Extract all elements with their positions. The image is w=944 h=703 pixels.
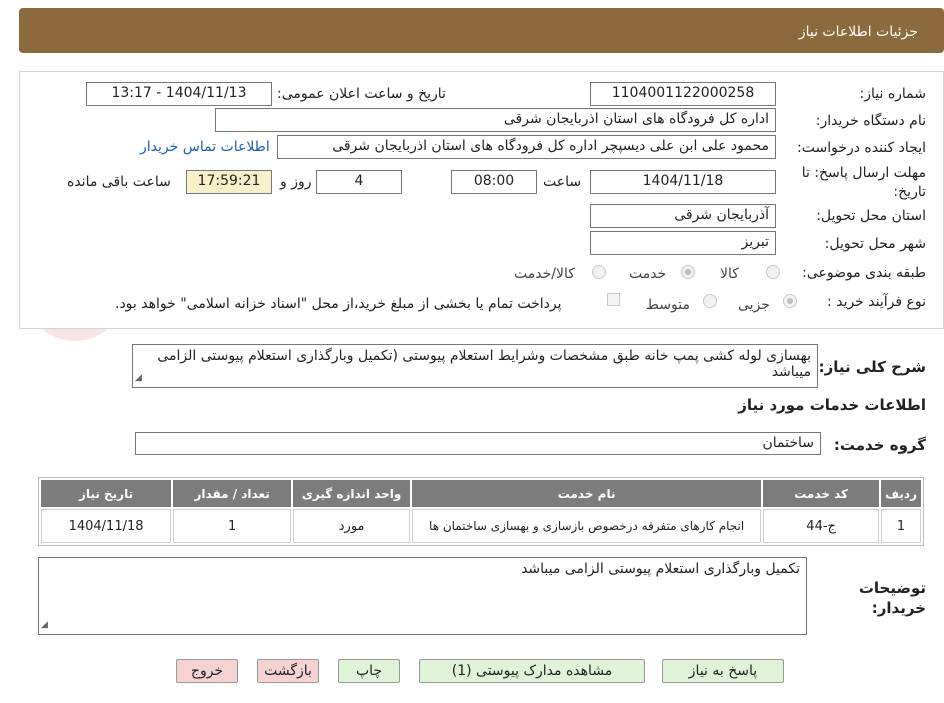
deadline-days-label: روز و bbox=[280, 174, 312, 190]
resize-grip-icon[interactable]: ◢ bbox=[135, 370, 142, 386]
buyer-notes-label: توضیحات خریدار: bbox=[858, 579, 926, 617]
buyer-notes-textarea[interactable]: تکمیل وبارگذاری استعلام پیوستی الزامی می… bbox=[38, 557, 807, 635]
category-radio-goods[interactable] bbox=[766, 265, 780, 279]
process-option-minor: جزیی bbox=[738, 297, 770, 313]
category-radio-goods-service[interactable] bbox=[592, 265, 606, 279]
process-option-medium: متوسط bbox=[646, 297, 690, 313]
process-label: نوع فرآیند خرید : bbox=[827, 294, 926, 310]
page-title: جزئیات اطلاعات نیاز bbox=[798, 24, 918, 40]
announce-datetime-label: تاریخ و ساعت اعلان عمومی: bbox=[277, 86, 446, 102]
back-button[interactable]: بازگشت bbox=[257, 659, 319, 683]
category-option-service: خدمت bbox=[629, 266, 667, 282]
exit-button[interactable]: خروج bbox=[176, 659, 238, 683]
cell-unit: مورد bbox=[293, 509, 411, 543]
table-header-row: ردیف کد خدمت نام خدمت واحد اندازه گیری ت… bbox=[41, 480, 921, 507]
resize-grip-icon[interactable]: ◢ bbox=[41, 617, 48, 633]
buyer-notes-text: تکمیل وبارگذاری استعلام پیوستی الزامی می… bbox=[521, 561, 800, 577]
service-group-field: ساختمان bbox=[135, 432, 821, 455]
print-button[interactable]: چاپ bbox=[338, 659, 400, 683]
announce-datetime-field: 1404/11/13 - 13:17 bbox=[86, 82, 272, 106]
deadline-time-label: ساعت bbox=[543, 174, 582, 190]
col-unit-header: واحد اندازه گیری bbox=[293, 480, 411, 507]
description-label: شرح کلی نیاز: bbox=[818, 358, 926, 376]
col-qty-header: تعداد / مقدار bbox=[173, 480, 292, 507]
cell-quantity: 1 bbox=[173, 509, 292, 543]
view-attachments-button[interactable]: مشاهده مدارک پیوستی (1) bbox=[419, 659, 645, 683]
treasury-payment-note: پرداخت تمام یا بخشی از مبلغ خرید،از محل … bbox=[115, 296, 562, 312]
need-number-label: شماره نیاز: bbox=[859, 86, 927, 102]
city-field: تبریز bbox=[590, 231, 776, 255]
col-code-header: کد خدمت bbox=[763, 480, 880, 507]
services-section-title: اطلاعات خدمات مورد نیاز bbox=[738, 396, 926, 414]
requester-label: ایجاد کننده درخواست: bbox=[797, 140, 926, 156]
services-table: ردیف کد خدمت نام خدمت واحد اندازه گیری ت… bbox=[38, 477, 924, 546]
table-row: 1 ج-44 انجام کارهای متفرقه درخصوص بازساز… bbox=[41, 509, 921, 543]
col-name-header: نام خدمت bbox=[412, 480, 762, 507]
description-textarea[interactable]: بهسازی لوله کشی پمپ خانه طبق مشخصات وشرا… bbox=[132, 344, 818, 388]
reply-button[interactable]: پاسخ به نیاز bbox=[662, 659, 784, 683]
description-text: بهسازی لوله کشی پمپ خانه طبق مشخصات وشرا… bbox=[157, 348, 811, 380]
city-label: شهر محل تحویل: bbox=[824, 236, 926, 252]
remaining-time-label: ساعت باقی مانده bbox=[67, 174, 171, 190]
deadline-label: مهلت ارسال پاسخ: تا تاریخ: bbox=[801, 165, 926, 200]
col-row-header: ردیف bbox=[881, 480, 921, 507]
province-label: استان محل تحویل: bbox=[816, 208, 926, 224]
cell-service-code: ج-44 bbox=[763, 509, 880, 543]
need-number-field: 1104001122000258 bbox=[590, 82, 776, 106]
deadline-date-field: 1404/11/18 bbox=[590, 170, 776, 194]
cell-need-date: 1404/11/18 bbox=[41, 509, 172, 543]
deadline-days-field: 4 bbox=[316, 170, 402, 194]
page-header: جزئیات اطلاعات نیاز bbox=[19, 8, 944, 53]
deadline-time-field: 08:00 bbox=[451, 170, 537, 194]
treasury-payment-checkbox[interactable] bbox=[607, 293, 620, 306]
category-radio-service[interactable] bbox=[681, 265, 695, 279]
buyer-contact-link[interactable]: اطلاعات تماس خریدار bbox=[140, 139, 270, 155]
cell-service-name: انجام کارهای متفرقه درخصوص بازسازی و بهس… bbox=[412, 509, 762, 543]
col-date-header: تاریخ نیاز bbox=[41, 480, 172, 507]
buyer-org-label: نام دستگاه خریدار: bbox=[815, 113, 926, 129]
requester-field: محمود علی ابن علی دیسپچر اداره کل فرودگا… bbox=[277, 135, 776, 159]
province-field: آذربایجان شرقی bbox=[590, 204, 776, 228]
cell-row-number: 1 bbox=[881, 509, 921, 543]
buyer-org-field: اداره کل فرودگاه های استان اذربایجان شرق… bbox=[215, 108, 776, 132]
category-option-goods: کالا bbox=[720, 266, 739, 282]
process-radio-medium[interactable] bbox=[703, 294, 717, 308]
category-label: طبقه بندی موضوعی: bbox=[802, 265, 926, 281]
category-option-goods-service: کالا/خدمت bbox=[514, 266, 575, 282]
process-radio-minor[interactable] bbox=[783, 294, 797, 308]
remaining-time-field: 17:59:21 bbox=[186, 170, 272, 194]
service-group-label: گروه خدمت: bbox=[833, 436, 926, 454]
